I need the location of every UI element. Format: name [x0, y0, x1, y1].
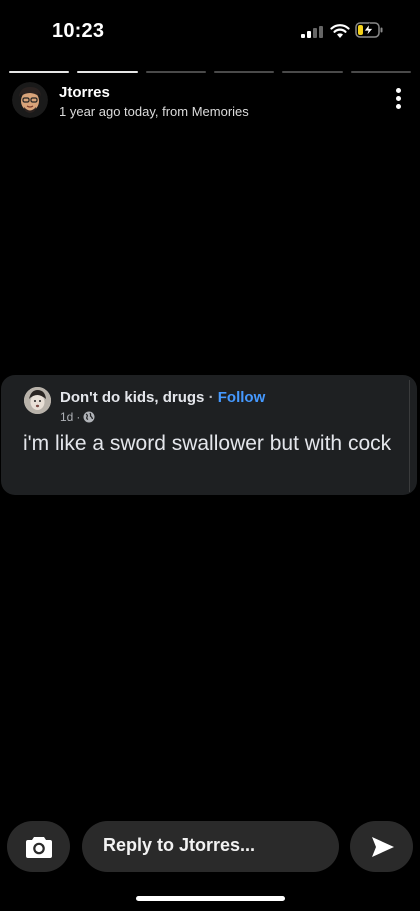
story-subtitle: 1 year ago today, from Memories: [59, 104, 249, 119]
progress-segment: [350, 71, 411, 73]
post-author-name[interactable]: Don't do kids, drugs: [60, 389, 204, 406]
globe-icon: [83, 411, 95, 423]
status-time: 10:23: [52, 20, 105, 42]
more-vertical-icon[interactable]: [392, 88, 404, 114]
post-meta: 1d ·: [60, 410, 95, 424]
progress-segment: [145, 71, 206, 73]
progress-segment: [213, 71, 275, 73]
battery-charging-icon: [355, 22, 383, 38]
post-text: i'm like a sword swallower but with cock: [23, 432, 392, 455]
wifi-icon: [330, 24, 350, 38]
story-username[interactable]: Jtorres: [59, 84, 110, 101]
progress-segment-viewed: [77, 71, 138, 73]
progress-segment: [282, 71, 343, 73]
post-meta-separator: ·: [76, 410, 81, 424]
follow-button[interactable]: Follow: [218, 389, 266, 406]
shared-post-card[interactable]: Don't do kids, drugs · Follow 1d · i'm l…: [1, 375, 417, 495]
home-indicator[interactable]: [136, 896, 285, 901]
post-content: Don't do kids, drugs · Follow 1d · i'm l…: [19, 380, 410, 492]
reply-placeholder: Reply to Jtorres...: [103, 835, 256, 855]
post-author-avatar: [24, 387, 51, 414]
post-author-line: Don't do kids, drugs · Follow: [60, 389, 265, 406]
progress-segment-viewed: [9, 71, 70, 73]
camera-button[interactable]: [7, 821, 70, 872]
send-icon: [372, 837, 394, 857]
status-bar: 10:23: [0, 0, 420, 60]
camera-icon: [26, 837, 52, 858]
story-header: Jtorres 1 year ago today, from Memories: [0, 82, 420, 124]
user-avatar[interactable]: [12, 82, 48, 118]
send-button[interactable]: [350, 821, 413, 872]
cellular-signal-icon: [301, 26, 323, 38]
reply-input[interactable]: Reply to Jtorres...: [82, 821, 339, 872]
post-separator: ·: [204, 389, 218, 406]
story-progress-bar: [9, 71, 411, 73]
post-age: 1d: [60, 410, 74, 424]
